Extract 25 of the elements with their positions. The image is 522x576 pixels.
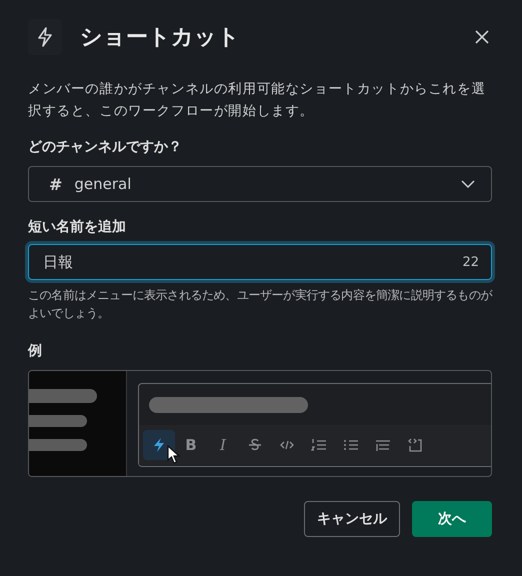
cursor-icon bbox=[167, 445, 181, 465]
close-icon[interactable] bbox=[474, 29, 490, 45]
channel-label: どのチャンネルですか？ bbox=[28, 138, 183, 156]
channel-name: general bbox=[74, 175, 132, 193]
name-value: 日報 bbox=[43, 252, 73, 272]
channel-hash: # bbox=[49, 174, 62, 194]
strikethrough-icon bbox=[247, 437, 263, 453]
cancel-button[interactable]: キャンセル bbox=[304, 501, 400, 537]
code-block-icon bbox=[407, 437, 423, 453]
chevron-down-icon bbox=[461, 180, 475, 188]
next-button[interactable]: 次へ bbox=[412, 501, 492, 537]
numbered-list-icon bbox=[311, 437, 327, 453]
italic-button[interactable]: I bbox=[207, 430, 239, 460]
name-label: 短い名前を追加 bbox=[28, 218, 127, 236]
character-count: 22 bbox=[462, 254, 479, 270]
example-label: 例 bbox=[28, 342, 43, 360]
hint-text: この名前はメニューに表示されるため、ユーザーが実行する内容を簡潔に説明するものがよいでしょう。 bbox=[28, 287, 492, 322]
bulleted-list-icon bbox=[343, 437, 359, 453]
lightning-icon bbox=[28, 19, 62, 55]
name-input[interactable]: 日報 22 bbox=[28, 244, 492, 280]
lightning-icon bbox=[152, 437, 166, 453]
description: メンバーの誰かがチャンネルの利用可能なショートカットからこれを選択すると、このワークフローが開始します。 bbox=[28, 80, 487, 121]
bold-button[interactable]: B bbox=[175, 430, 207, 460]
channel-select[interactable]: # general bbox=[28, 166, 492, 202]
dialog-title: ショートカット bbox=[80, 24, 241, 52]
